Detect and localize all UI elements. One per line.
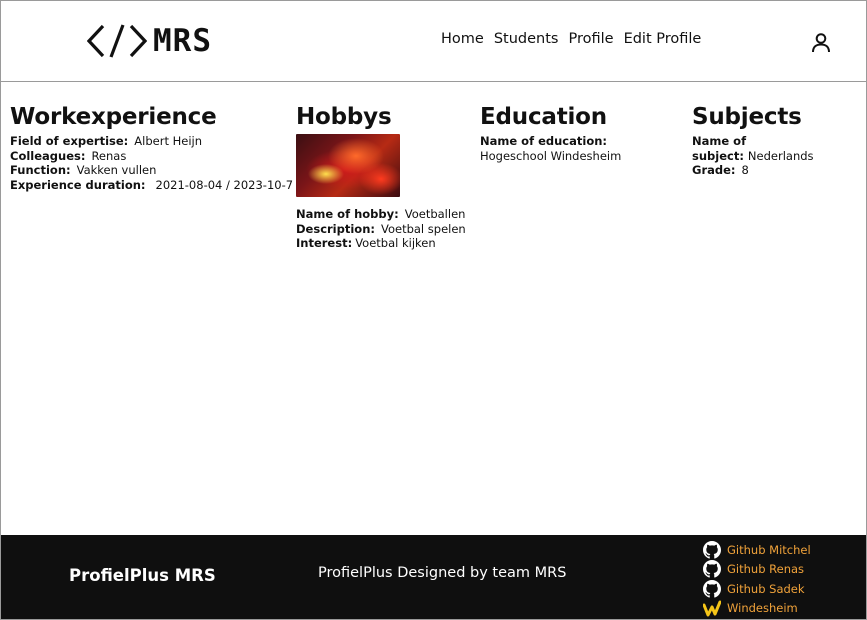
hobby-interest-row: Interest: Voetbal kijken [296, 236, 466, 251]
main-nav: Home Students Profile Edit Profile [441, 31, 701, 47]
colleagues-row: Colleagues: Renas [10, 149, 293, 164]
subjects-title: Subjects [692, 104, 802, 130]
education-section: Education Name of education: Hogeschool … [480, 104, 621, 163]
github-renas-link[interactable]: Github Renas [703, 560, 811, 580]
github-icon [703, 560, 721, 578]
field-value: Voetballen [404, 207, 466, 221]
footer-links: Github Mitchel Github Renas Github Sadek… [703, 540, 811, 618]
hobby-image [296, 134, 400, 197]
subjects-section: Subjects Name of subject: Nederlands Grad… [692, 104, 867, 178]
field-value: Voetbal kijken [355, 236, 436, 251]
hobby-name-row: Name of hobby: Voetballen [296, 207, 466, 222]
nav-home[interactable]: Home [441, 31, 484, 47]
link-label: Github Sadek [727, 581, 805, 596]
top-header: MRS Home Students Profile Edit Profile [1, 1, 866, 82]
site-footer: ProfielPlus MRS ProfielPlus Designed by … [1, 535, 866, 619]
user-icon[interactable] [809, 31, 833, 55]
nav-edit-profile[interactable]: Edit Profile [624, 31, 702, 47]
field-label: Description: [296, 221, 375, 236]
github-mitchel-link[interactable]: Github Mitchel [703, 540, 811, 560]
hobbys-section: Hobbys Name of hobby: Voetballen Descript… [296, 104, 466, 251]
site-logo[interactable]: MRS [87, 21, 212, 61]
field-of-expertise-row: Field of expertise: Albert Heijn [10, 134, 293, 149]
field-label: Function: [10, 163, 71, 178]
nav-students[interactable]: Students [494, 31, 559, 47]
field-label: Name of hobby: [296, 207, 399, 221]
field-value: Albert Heijn [134, 134, 203, 148]
field-label: Field of expertise: [10, 134, 129, 148]
footer-credit: ProfielPlus Designed by team MRS [318, 565, 567, 581]
function-row: Function: Vakken vullen [10, 163, 293, 178]
link-label: Windesheim [727, 601, 798, 616]
grade-row: Grade: 8 [692, 163, 867, 178]
github-icon [703, 579, 721, 598]
field-value: 8 [741, 163, 749, 178]
education-title: Education [480, 104, 607, 130]
subject-name-row: Name of subject: Nederlands [692, 134, 867, 163]
field-value: Renas [91, 148, 127, 163]
education-label: Name of education: [480, 134, 607, 148]
field-value: Nederlands [747, 148, 814, 163]
code-brackets-icon [87, 24, 147, 58]
field-value: Vakken vullen [76, 163, 157, 178]
footer-brand: ProfielPlus MRS [69, 566, 216, 585]
nav-profile[interactable]: Profile [568, 31, 613, 47]
page-frame [0, 0, 867, 620]
field-label: Name of subject: [692, 134, 747, 163]
experience-duration-row: Experience duration: 2021-08-04 / 2023-10… [10, 178, 293, 193]
logo-text: MRS [153, 23, 212, 59]
github-sadek-link[interactable]: Github Sadek [703, 579, 811, 599]
hobbys-title: Hobbys [296, 104, 392, 130]
link-label: Github Renas [727, 562, 805, 577]
field-label: Colleagues: [10, 148, 86, 163]
field-value: 2021-08-04 / 2023-10-7 [155, 177, 294, 192]
field-value: Voetbal spelen [380, 221, 466, 236]
workexperience-title: Workexperience [10, 104, 217, 130]
field-label: Grade: [692, 163, 736, 178]
education-value: Hogeschool Windesheim [480, 148, 622, 163]
windesheim-link[interactable]: Windesheim [703, 599, 811, 619]
workexperience-section: Workexperience Field of expertise: Albert… [10, 104, 293, 192]
field-label: Experience duration: [10, 177, 146, 192]
hobby-description-row: Description: Voetbal spelen [296, 222, 466, 237]
windesheim-icon [703, 599, 721, 617]
github-icon [703, 540, 721, 559]
link-label: Github Mitchel [727, 542, 811, 557]
field-label: Interest: [296, 236, 353, 251]
